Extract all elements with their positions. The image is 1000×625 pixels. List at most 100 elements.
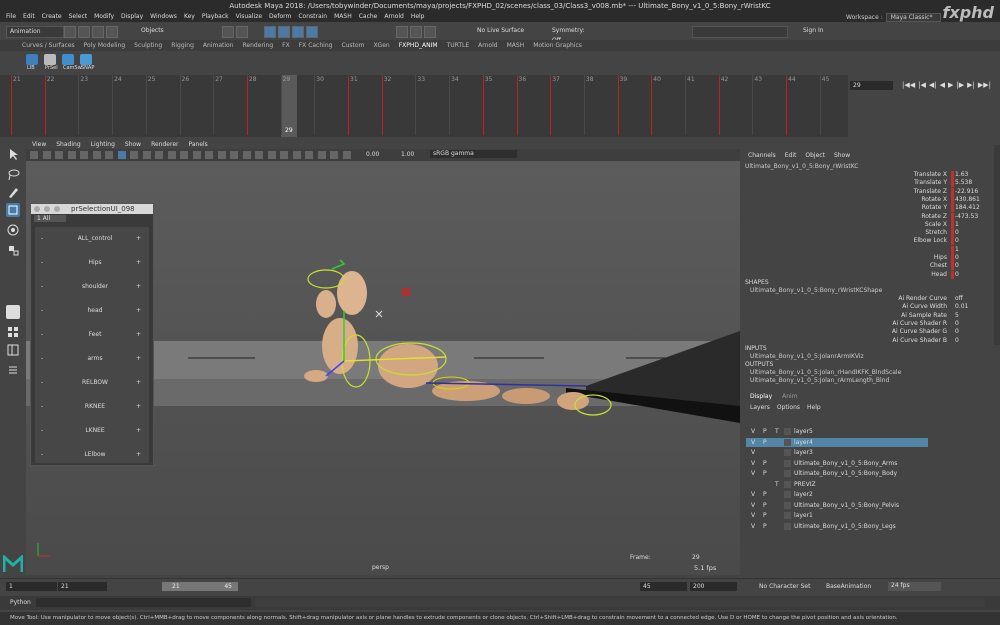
layer-row[interactable]: T PREVIZ bbox=[746, 480, 928, 489]
layout-list-icon[interactable] bbox=[6, 363, 20, 377]
deselect-button[interactable]: - bbox=[41, 355, 43, 362]
viewport-tool-icon[interactable] bbox=[180, 151, 188, 159]
layer-visibility-toggle[interactable]: V bbox=[751, 460, 755, 467]
channel-attribute-row[interactable]: Rotate Z -473.53 bbox=[742, 212, 992, 221]
menu-deform[interactable]: Deform bbox=[269, 13, 291, 20]
viewport-tool-icon[interactable] bbox=[280, 151, 288, 159]
menu-select[interactable]: Select bbox=[69, 13, 88, 20]
viewport-tool-icon[interactable] bbox=[342, 151, 351, 159]
layer-color-swatch[interactable] bbox=[784, 438, 791, 446]
attribute-value[interactable]: -473.53 bbox=[955, 213, 978, 220]
deselect-button[interactable]: - bbox=[41, 379, 43, 386]
viewport-tool-icon[interactable] bbox=[55, 151, 63, 159]
menu-arnold[interactable]: Arnold bbox=[384, 13, 403, 20]
lasso-tool-icon[interactable] bbox=[6, 167, 20, 181]
attribute-value[interactable]: 0 bbox=[955, 237, 959, 244]
layer-color-swatch[interactable] bbox=[784, 449, 791, 456]
viewport-tool-icon[interactable] bbox=[217, 151, 226, 159]
channel-menu-channels[interactable]: Channels bbox=[748, 152, 776, 159]
layer-row[interactable]: Vlayer3 bbox=[746, 448, 928, 457]
search-field[interactable] bbox=[692, 26, 788, 38]
deselect-button[interactable]: - bbox=[41, 331, 43, 338]
tab-anim[interactable]: Anim bbox=[782, 393, 797, 400]
shelf-camsw-icon[interactable] bbox=[62, 54, 74, 65]
ipr-render-icon[interactable] bbox=[410, 26, 422, 38]
viewport-tool-icon[interactable] bbox=[330, 151, 338, 159]
shelf-prsel-icon[interactable] bbox=[44, 54, 56, 65]
viewport-tool-icon[interactable] bbox=[317, 151, 326, 159]
viewport-tool-icon[interactable] bbox=[305, 151, 313, 159]
deselect-button[interactable]: - bbox=[41, 307, 43, 314]
redo-icon[interactable] bbox=[106, 26, 118, 38]
add-select-button[interactable]: + bbox=[136, 307, 141, 314]
deselect-button[interactable]: - bbox=[41, 283, 43, 290]
workspace-selector[interactable]: Workspace : Maya Classic* bbox=[846, 13, 941, 22]
layer-playback-toggle[interactable]: P bbox=[763, 491, 767, 498]
layer-playback-toggle[interactable]: P bbox=[763, 439, 767, 446]
viewport-menu-view[interactable]: View bbox=[32, 141, 46, 148]
render-settings-icon[interactable] bbox=[424, 26, 436, 38]
layer-template-toggle[interactable]: T bbox=[775, 481, 779, 488]
minimize-window-icon[interactable] bbox=[44, 206, 50, 212]
channel-attribute-row[interactable]: 1 bbox=[742, 245, 992, 254]
add-select-button[interactable]: + bbox=[136, 331, 141, 338]
viewport-menu-renderer[interactable]: Renderer bbox=[151, 141, 178, 148]
deselect-button[interactable]: - bbox=[41, 451, 43, 458]
shape-attribute-row[interactable]: Ai Render Curve off bbox=[742, 295, 992, 303]
viewport-tool-icon[interactable] bbox=[242, 151, 251, 159]
channel-menu-edit[interactable]: Edit bbox=[785, 152, 797, 159]
options-menu[interactable]: Options bbox=[777, 404, 800, 411]
select-button[interactable]: Hips bbox=[55, 259, 135, 266]
add-select-button[interactable]: + bbox=[136, 451, 141, 458]
menu-create[interactable]: Create bbox=[42, 13, 62, 20]
channel-attribute-row[interactable]: Translate X 1.63 bbox=[742, 171, 992, 179]
command-input[interactable] bbox=[36, 598, 251, 607]
layer-color-swatch[interactable] bbox=[784, 470, 791, 477]
layer-row[interactable]: V P Ultimate_Bony_v1_0_5:Bony_Pelvis bbox=[746, 501, 928, 510]
zoom-window-icon[interactable] bbox=[54, 206, 60, 212]
layer-row[interactable]: V P Tlayer5 bbox=[746, 427, 928, 436]
layer-playback-toggle[interactable]: P bbox=[763, 512, 767, 519]
viewport-tool-icon[interactable] bbox=[155, 151, 163, 159]
viewport-menu-lighting[interactable]: Lighting bbox=[91, 141, 115, 148]
select-button[interactable]: RELBOW bbox=[55, 379, 135, 386]
fps-dropdown[interactable]: 24 fps bbox=[888, 582, 941, 591]
layer-visibility-toggle[interactable]: V bbox=[751, 502, 755, 509]
play-back-icon[interactable]: ◀ bbox=[940, 81, 945, 89]
select-button[interactable]: RKNEE bbox=[55, 403, 135, 410]
shape-attribute-row[interactable]: Ai Curve Shader B 0 bbox=[742, 337, 992, 345]
layer-row[interactable]: V Player2 bbox=[746, 490, 928, 499]
shape-name[interactable]: Ultimate_Bony_v1_0_5:Bony_rWristKCShape bbox=[750, 287, 882, 294]
selection-ui-titlebar[interactable]: prSelectionUI_098 bbox=[31, 204, 153, 214]
attribute-value[interactable]: 1 bbox=[955, 246, 959, 253]
shelf-tab-sculpting[interactable]: Sculpting bbox=[134, 42, 162, 49]
shelf-tab-custom[interactable]: Custom bbox=[341, 42, 364, 49]
input-node[interactable]: Ultimate_Bony_v1_0_5:JolanrArmIKViz bbox=[750, 353, 864, 360]
snap-plane-icon[interactable] bbox=[306, 26, 318, 38]
deselect-button[interactable]: - bbox=[41, 235, 43, 242]
channel-attribute-row[interactable]: Chest 0 bbox=[742, 262, 992, 271]
menu-windows[interactable]: Windows bbox=[150, 13, 177, 20]
attribute-value[interactable]: 184.412 bbox=[955, 204, 980, 211]
select-button[interactable]: head bbox=[55, 307, 135, 314]
channel-menu-show[interactable]: Show bbox=[834, 152, 850, 159]
select-button[interactable]: LKNEE bbox=[55, 427, 135, 434]
layer-visibility-toggle[interactable]: V bbox=[751, 449, 755, 456]
viewport-menu-panels[interactable]: Panels bbox=[188, 141, 207, 148]
select-tool-icon[interactable] bbox=[6, 147, 20, 161]
close-window-icon[interactable] bbox=[34, 206, 40, 212]
menu-file[interactable]: File bbox=[6, 13, 16, 20]
layer-playback-toggle[interactable]: P bbox=[763, 428, 767, 435]
menu-help[interactable]: Help bbox=[411, 13, 425, 20]
menu-mash[interactable]: MASH bbox=[334, 13, 352, 20]
layer-color-swatch[interactable] bbox=[784, 522, 791, 530]
shape-attribute-row[interactable]: Ai Sample Rate 5 bbox=[742, 312, 992, 320]
viewport-tool-icon[interactable] bbox=[67, 151, 76, 159]
select-button[interactable]: arms bbox=[55, 355, 135, 362]
viewport-tool-icon[interactable] bbox=[42, 151, 51, 159]
add-select-button[interactable]: + bbox=[136, 403, 141, 410]
shelf-lib-icon[interactable] bbox=[26, 54, 38, 65]
layer-color-swatch[interactable] bbox=[784, 480, 791, 488]
viewport-tool-icon[interactable] bbox=[167, 151, 176, 159]
attribute-value[interactable]: 0.01 bbox=[955, 303, 968, 310]
